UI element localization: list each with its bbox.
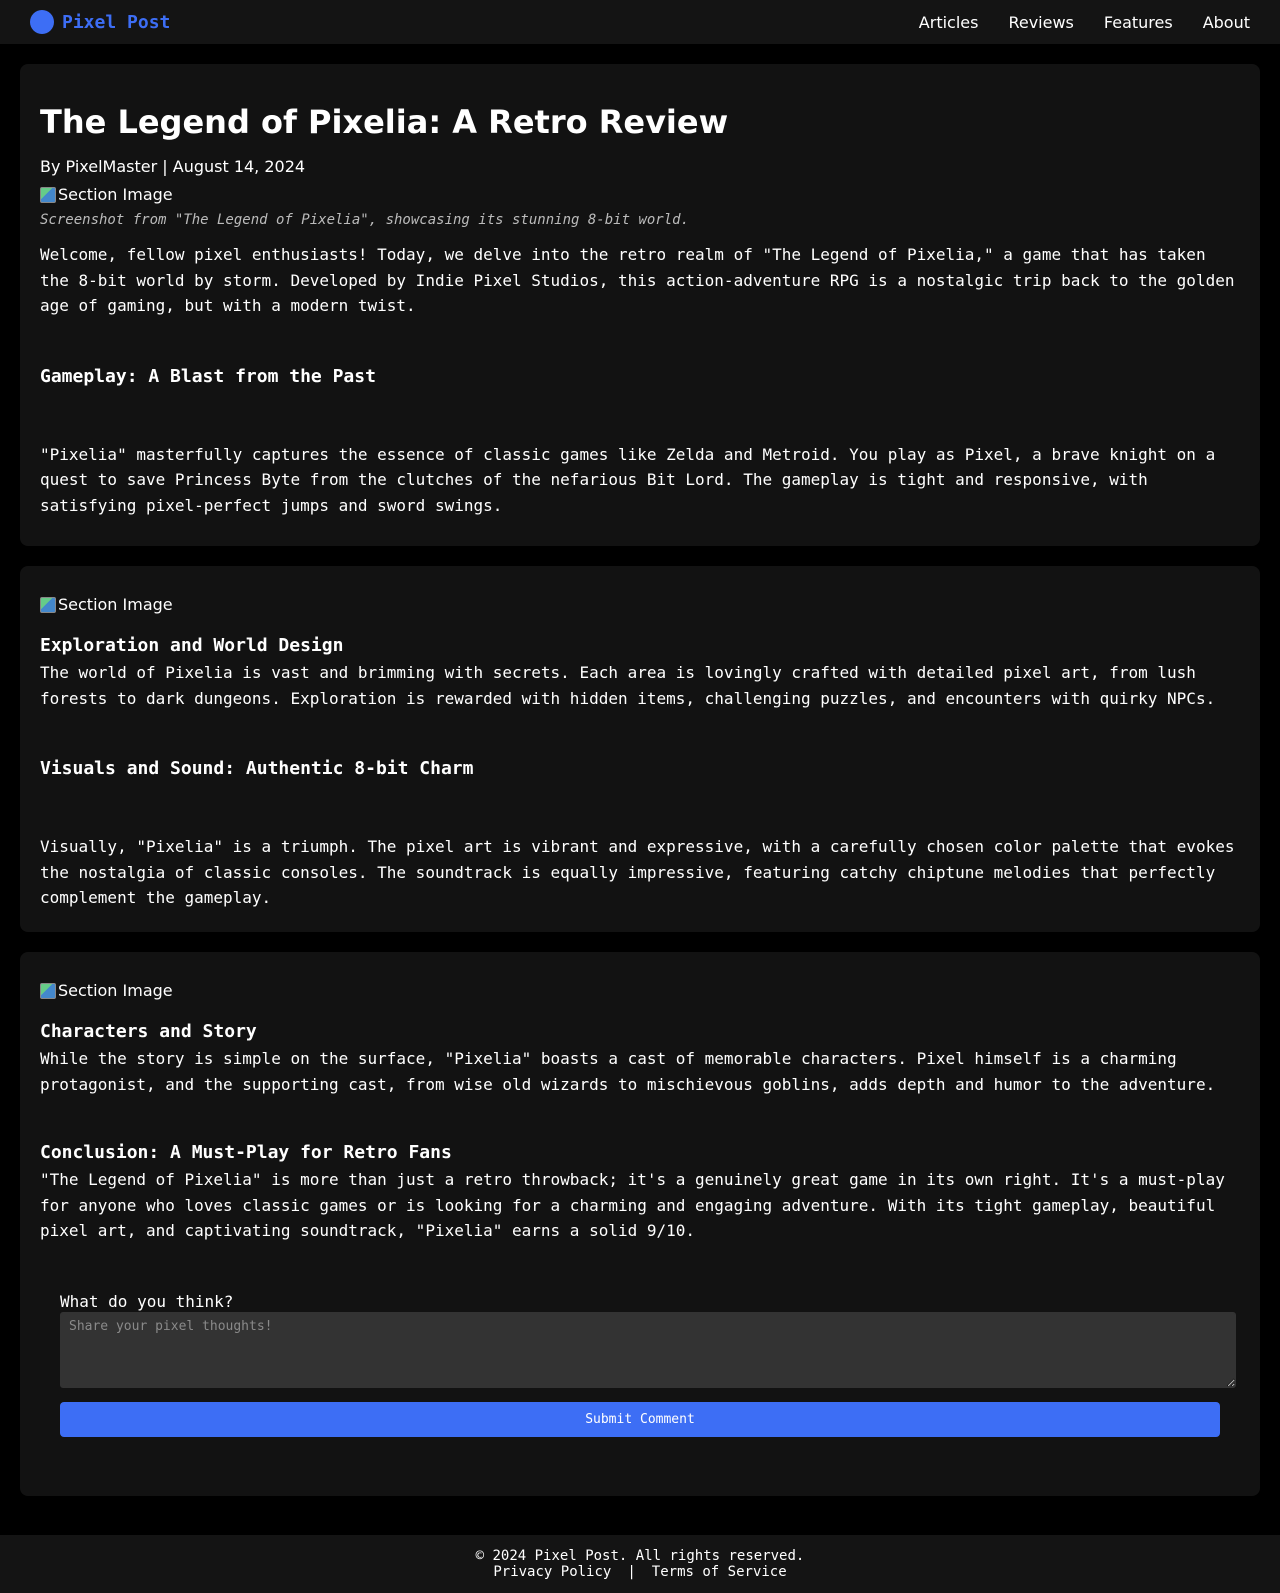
main-content: The Legend of Pixelia: A Retro Review By… [0,44,1280,1536]
section-image: Section Image [40,980,1240,1002]
submit-comment-button[interactable]: Submit Comment [60,1401,1220,1437]
brand-home-link[interactable]: Pixel Post [30,10,170,34]
footer-separator: | [627,1564,636,1580]
footer-links: Privacy Policy | Terms of Service [0,1564,1280,1580]
visuals-paragraph: Visually, "Pixelia" is a triumph. The pi… [40,837,1235,907]
nav-reviews-link[interactable]: Reviews [1008,13,1073,32]
exploration-card: Section Image Exploration and World Desi… [20,566,1260,932]
comment-form: What do you think? Submit Comment [40,1244,1240,1437]
conclusion-paragraph: "The Legend of Pixelia" is more than jus… [40,1170,1225,1240]
conclusion-heading: Conclusion: A Must-Play for Retro Fans [40,1142,452,1163]
comment-label: What do you think? [60,1291,234,1311]
characters-paragraph: While the story is simple on the surface… [40,1049,1216,1094]
characters-heading: Characters and Story [40,1021,257,1042]
characters-card: Section Image Characters and Story While… [20,952,1260,1496]
gameplay-heading: Gameplay: A Blast from the Past [40,365,376,387]
top-navbar: Pixel Post Articles Reviews Features Abo… [0,0,1280,44]
broken-image-icon [40,597,56,613]
gameplay-paragraph: "Pixelia" masterfully captures the essen… [40,444,1216,515]
image-caption: Screenshot from "The Legend of Pixelia",… [40,212,690,228]
broken-image-icon [40,983,56,999]
section-image: Section Image [40,184,1240,206]
exploration-paragraph: The world of Pixelia is vast and brimmin… [40,663,1216,708]
nav-features-link[interactable]: Features [1104,13,1173,32]
nav-articles-link[interactable]: Articles [919,13,979,32]
page-footer: © 2024 Pixel Post. All rights reserved. … [0,1535,1280,1593]
article-title: The Legend of Pixelia: A Retro Review [40,103,729,141]
article-intro-card: The Legend of Pixelia: A Retro Review By… [20,64,1260,546]
section-image-alt: Section Image [58,981,173,1000]
article-byline: By PixelMaster | August 14, 2024 [40,157,306,176]
broken-image-icon [40,187,56,203]
footer-copyright: © 2024 Pixel Post. All rights reserved. [475,1548,805,1564]
visuals-heading: Visuals and Sound: Authentic 8-bit Charm [40,758,474,779]
privacy-policy-link[interactable]: Privacy Policy [493,1564,611,1580]
brand-name: Pixel Post [62,11,171,33]
section-image-alt: Section Image [58,185,173,204]
section-image: Section Image [40,594,1240,616]
main-nav: Articles Reviews Features About [919,13,1250,32]
intro-paragraph: Welcome, fellow pixel enthusiasts! Today… [40,245,1235,315]
section-image-alt: Section Image [58,595,173,614]
nav-about-link[interactable]: About [1203,13,1250,32]
comment-textarea[interactable] [60,1311,1236,1388]
brand-logo-icon [30,10,54,34]
terms-of-service-link[interactable]: Terms of Service [652,1564,787,1580]
exploration-heading: Exploration and World Design [40,635,344,656]
